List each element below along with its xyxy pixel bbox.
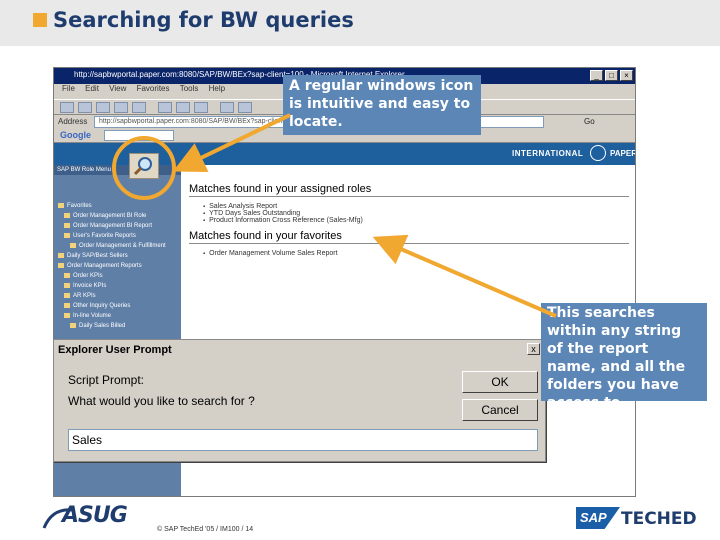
minimize-button[interactable]: _ xyxy=(590,70,603,81)
banner-text-2: PAPER xyxy=(610,149,636,158)
menu-favorites[interactable]: Favorites xyxy=(137,84,170,93)
search-scope-callout: This searches within any string of the r… xyxy=(541,303,707,411)
assigned-roles-title: Matches found in your assigned roles xyxy=(189,183,372,195)
tree-item[interactable]: User's Favorite Reports xyxy=(54,231,181,241)
folder-icon xyxy=(64,302,70,308)
maximize-button[interactable]: □ xyxy=(605,70,618,81)
favorites-title: Matches found in your favorites xyxy=(189,230,342,242)
tree-item[interactable]: Daily SAP/Best Sellers xyxy=(54,251,181,261)
header-accent-square xyxy=(33,13,47,27)
menu-view[interactable]: View xyxy=(109,84,126,93)
report-icon xyxy=(70,242,76,248)
ok-button[interactable]: OK xyxy=(462,371,538,393)
dialog-title: Explorer User Prompt xyxy=(58,344,172,356)
tree-item[interactable]: Order KPIs xyxy=(54,271,181,281)
result-link[interactable]: Product Information Cross Reference (Sal… xyxy=(203,217,629,224)
folder-icon xyxy=(64,292,70,298)
tree-item[interactable]: Favorites xyxy=(54,201,181,211)
script-prompt-label: Script Prompt: xyxy=(68,373,145,387)
search-text-input[interactable]: Sales xyxy=(68,429,538,451)
tree-item[interactable]: In-line Volume xyxy=(54,311,181,321)
google-search-input[interactable] xyxy=(104,130,174,141)
window-close-button[interactable]: × xyxy=(620,70,633,81)
tree-item[interactable]: Other Inquiry Queries xyxy=(54,301,181,311)
folder-icon xyxy=(64,312,70,318)
folder-icon xyxy=(58,252,64,258)
tree-item[interactable]: AR KPIs xyxy=(54,291,181,301)
slide-title: Searching for BW queries xyxy=(53,8,354,32)
sap-logo-text: SAP xyxy=(580,510,607,525)
asug-logo: ASUG xyxy=(62,503,128,528)
go-button[interactable]: Go xyxy=(584,116,614,128)
menu-help[interactable]: Help xyxy=(209,84,225,93)
result-link[interactable]: Order Management Volume Sales Report xyxy=(203,250,629,257)
icon-callout-text: A regular windows icon is intuitive and … xyxy=(289,78,474,130)
menu-tools[interactable]: Tools xyxy=(180,84,199,93)
home-icon[interactable] xyxy=(132,102,146,113)
tree-item[interactable]: Order Management BI Report xyxy=(54,221,181,231)
explorer-user-prompt-dialog: Explorer User Prompt x Script Prompt: Wh… xyxy=(53,339,546,462)
address-label: Address xyxy=(58,117,88,126)
teched-logo-text: TECHED xyxy=(621,509,697,529)
folder-icon xyxy=(64,232,70,238)
tree-item[interactable]: Daily Sales Billed xyxy=(54,321,181,331)
folder-icon xyxy=(58,202,64,208)
menu-edit[interactable]: Edit xyxy=(85,84,99,93)
back-icon[interactable] xyxy=(60,102,74,113)
tree-header: SAP BW Role Menu xyxy=(54,165,181,175)
cancel-button[interactable]: Cancel xyxy=(462,399,538,421)
folder-icon xyxy=(64,282,70,288)
report-icon xyxy=(64,222,70,228)
search-toolbar-icon[interactable] xyxy=(158,102,172,113)
tree-item[interactable]: Order Management BI Role xyxy=(54,211,181,221)
history-icon[interactable] xyxy=(194,102,208,113)
result-link[interactable]: YTD Days Sales Outstanding xyxy=(203,210,629,217)
folder-icon xyxy=(58,262,64,268)
icon-callout: A regular windows icon is intuitive and … xyxy=(283,75,481,135)
favorites-icon[interactable] xyxy=(176,102,190,113)
search-button[interactable] xyxy=(129,153,159,179)
refresh-icon[interactable] xyxy=(114,102,128,113)
banner-text: INTERNATIONAL xyxy=(512,149,584,158)
google-logo: Google xyxy=(60,130,91,140)
stop-icon[interactable] xyxy=(96,102,110,113)
search-scope-callout-text: This searches within any string of the r… xyxy=(547,305,686,411)
result-link[interactable]: Sales Analysis Report xyxy=(203,203,629,210)
magnifier-icon xyxy=(133,157,152,176)
report-icon xyxy=(64,212,70,218)
tree-list: Favorites Order Management BI Role Order… xyxy=(54,201,181,331)
tree-item[interactable]: Invoice KPIs xyxy=(54,281,181,291)
mail-icon[interactable] xyxy=(220,102,234,113)
menu-file[interactable]: File xyxy=(62,84,75,93)
tree-item[interactable]: Order Management Reports xyxy=(54,261,181,271)
dialog-close-button[interactable]: x xyxy=(527,343,540,355)
international-paper-logo-icon xyxy=(590,145,606,161)
forward-icon[interactable] xyxy=(78,102,92,113)
report-icon xyxy=(70,322,76,328)
folder-icon xyxy=(64,272,70,278)
prompt-question: What would you like to search for ? xyxy=(68,394,255,408)
print-icon[interactable] xyxy=(238,102,252,113)
tree-item[interactable]: Order Management & Fulfillment xyxy=(54,241,181,251)
footer-copyright: © SAP TechEd '05 / IM100 / 14 xyxy=(157,526,254,533)
